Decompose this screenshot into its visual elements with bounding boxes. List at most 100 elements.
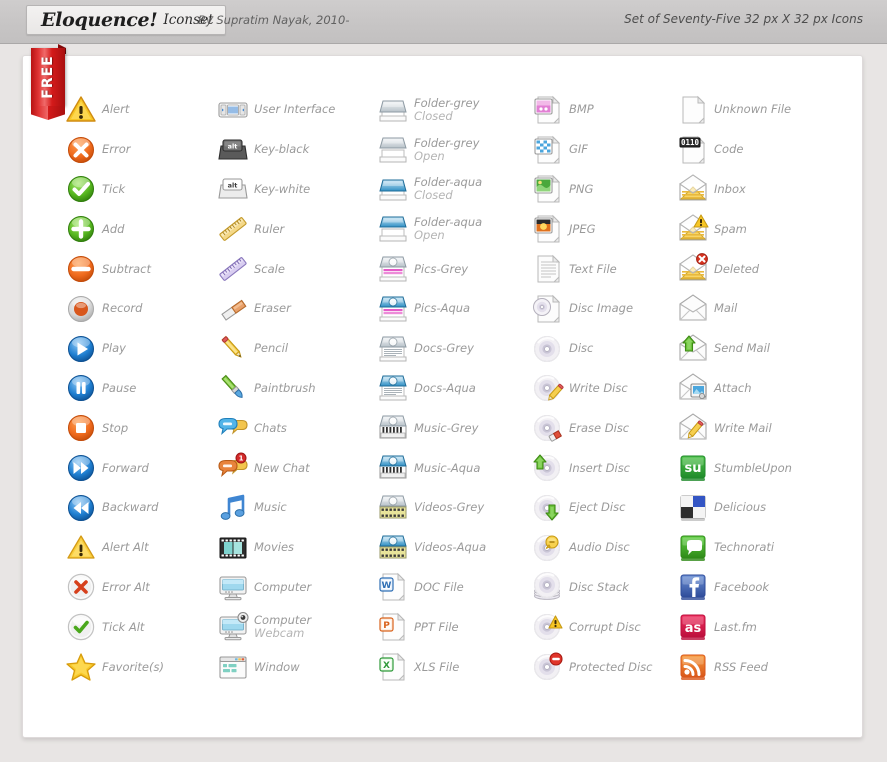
docs-aqua-icon[interactable] xyxy=(372,370,414,406)
error-alt-icon[interactable] xyxy=(60,569,102,605)
icon-row[interactable]: User Interface xyxy=(212,90,372,130)
icon-row[interactable]: Pics-Aqua xyxy=(372,289,527,329)
icon-row[interactable]: Window xyxy=(212,647,372,687)
pause-icon[interactable] xyxy=(60,370,102,406)
icon-row[interactable]: Insert Disc xyxy=(527,448,672,488)
icon-row[interactable]: Audio Disc xyxy=(527,528,672,568)
doc-file-icon[interactable]: W xyxy=(372,569,414,605)
icon-row[interactable]: Eraser xyxy=(212,289,372,329)
icon-row[interactable]: 0110 Code xyxy=(672,130,850,170)
icon-row[interactable]: Write Disc xyxy=(527,369,672,409)
videos-aqua-icon[interactable] xyxy=(372,530,414,566)
icon-row[interactable]: JPEG xyxy=(527,209,672,249)
icon-row[interactable]: Protected Disc xyxy=(527,647,672,687)
pics-aqua-icon[interactable] xyxy=(372,291,414,327)
icon-row[interactable]: Tick Alt xyxy=(60,607,212,647)
icon-row[interactable]: Add xyxy=(60,209,212,249)
icon-row[interactable]: Chats xyxy=(212,408,372,448)
icon-row[interactable]: Subtract xyxy=(60,249,212,289)
add-icon[interactable] xyxy=(60,211,102,247)
icon-row[interactable]: Scale xyxy=(212,249,372,289)
eraser-icon[interactable] xyxy=(212,291,254,327)
icon-row[interactable]: as Last.fm xyxy=(672,607,850,647)
jpeg-file-icon[interactable] xyxy=(527,211,569,247)
icon-row[interactable]: Disc xyxy=(527,329,672,369)
png-file-icon[interactable] xyxy=(527,171,569,207)
bmp-file-icon[interactable] xyxy=(527,92,569,128)
icon-row[interactable]: su StumbleUpon xyxy=(672,448,850,488)
technorati-icon[interactable] xyxy=(672,530,714,566)
icon-row[interactable]: Music-Aqua xyxy=(372,448,527,488)
icon-row[interactable]: Pencil xyxy=(212,329,372,369)
mail-icon[interactable] xyxy=(672,291,714,327)
subtract-icon[interactable] xyxy=(60,251,102,287)
corrupt-disc-icon[interactable] xyxy=(527,609,569,645)
icon-row[interactable]: Write Mail xyxy=(672,408,850,448)
icon-row[interactable]: Error Alt xyxy=(60,568,212,608)
text-file-icon[interactable] xyxy=(527,251,569,287)
icon-row[interactable]: Videos-Grey xyxy=(372,488,527,528)
forward-icon[interactable] xyxy=(60,450,102,486)
rss-feed-icon[interactable] xyxy=(672,649,714,685)
insert-disc-icon[interactable] xyxy=(527,450,569,486)
icon-row[interactable]: Erase Disc xyxy=(527,408,672,448)
icon-row[interactable]: Folder-aqua Open xyxy=(372,209,527,249)
icon-row[interactable]: Favorite(s) xyxy=(60,647,212,687)
docs-grey-icon[interactable] xyxy=(372,331,414,367)
icon-row[interactable]: Computer xyxy=(212,568,372,608)
icon-row[interactable]: Music-Grey xyxy=(372,408,527,448)
scale-icon[interactable] xyxy=(212,251,254,287)
pics-grey-icon[interactable] xyxy=(372,251,414,287)
folder-aqua-open-icon[interactable] xyxy=(372,211,414,247)
icon-row[interactable]: P PPT File xyxy=(372,607,527,647)
audio-disc-icon[interactable] xyxy=(527,530,569,566)
folder-grey-open-icon[interactable] xyxy=(372,132,414,168)
icon-row[interactable]: Folder-grey Open xyxy=(372,130,527,170)
icon-row[interactable]: Docs-Aqua xyxy=(372,369,527,409)
icon-row[interactable]: Backward xyxy=(60,488,212,528)
paintbrush-icon[interactable] xyxy=(212,370,254,406)
disc-stack-icon[interactable] xyxy=(527,569,569,605)
icon-row[interactable]: Folder-aqua Closed xyxy=(372,170,527,210)
icon-row[interactable]: Pics-Grey xyxy=(372,249,527,289)
icon-row[interactable]: Play xyxy=(60,329,212,369)
movies-film-icon[interactable] xyxy=(212,530,254,566)
alert-icon[interactable] xyxy=(60,92,102,128)
alert-alt-icon[interactable] xyxy=(60,530,102,566)
play-icon[interactable] xyxy=(60,331,102,367)
icon-row[interactable]: 1 New Chat xyxy=(212,448,372,488)
protected-disc-icon[interactable] xyxy=(527,649,569,685)
icon-row[interactable]: Ruler xyxy=(212,209,372,249)
icon-row[interactable]: Alert xyxy=(60,90,212,130)
icon-row[interactable]: Disc Image xyxy=(527,289,672,329)
delicious-icon[interactable] xyxy=(672,490,714,526)
send-mail-icon[interactable] xyxy=(672,331,714,367)
icon-row[interactable]: Videos-Aqua xyxy=(372,528,527,568)
inbox-icon[interactable] xyxy=(672,171,714,207)
folder-grey-closed-icon[interactable] xyxy=(372,92,414,128)
music-aqua-icon[interactable] xyxy=(372,450,414,486)
gif-file-icon[interactable] xyxy=(527,132,569,168)
deleted-mail-icon[interactable] xyxy=(672,251,714,287)
icon-row[interactable]: PNG xyxy=(527,170,672,210)
code-file-icon[interactable]: 0110 xyxy=(672,132,714,168)
music-note-icon[interactable] xyxy=(212,490,254,526)
unknown-file-icon[interactable] xyxy=(672,92,714,128)
computer-icon[interactable] xyxy=(212,569,254,605)
facebook-icon[interactable] xyxy=(672,569,714,605)
icon-row[interactable]: Alert Alt xyxy=(60,528,212,568)
icon-row[interactable]: Deleted xyxy=(672,249,850,289)
pencil-icon[interactable] xyxy=(212,331,254,367)
write-disc-icon[interactable] xyxy=(527,370,569,406)
icon-row[interactable]: Docs-Grey xyxy=(372,329,527,369)
ruler-icon[interactable] xyxy=(212,211,254,247)
write-mail-icon[interactable] xyxy=(672,410,714,446)
icon-row[interactable]: Text File xyxy=(527,249,672,289)
key-white-icon[interactable]: alt xyxy=(212,171,254,207)
record-icon[interactable] xyxy=(60,291,102,327)
xls-file-icon[interactable]: X xyxy=(372,649,414,685)
key-black-icon[interactable]: alt xyxy=(212,132,254,168)
icon-row[interactable]: Inbox xyxy=(672,170,850,210)
icon-row[interactable]: Eject Disc xyxy=(527,488,672,528)
stumbleupon-icon[interactable]: su xyxy=(672,450,714,486)
